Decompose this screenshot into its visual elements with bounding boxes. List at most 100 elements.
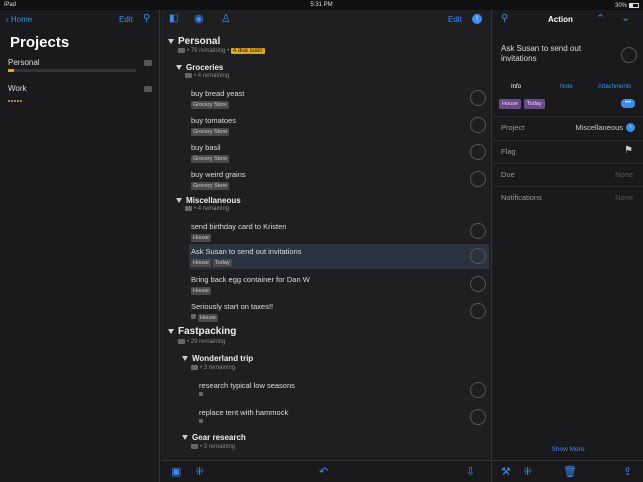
flag-icon[interactable]: ⚑ <box>624 145 633 156</box>
group-wonderland-trip[interactable]: Wonderland trip <box>182 354 253 363</box>
task-row-selected[interactable]: Ask Susan to send out invitations House T… <box>189 244 489 269</box>
task-row[interactable]: Seriously start on taxes!! House <box>161 300 491 326</box>
undo-icon[interactable]: ↶ <box>319 465 328 478</box>
show-more-button[interactable]: Show More <box>493 446 643 453</box>
inspector-task-title[interactable]: Ask Susan to send out invitations <box>501 44 611 64</box>
group-title: Miscellaneous <box>186 196 241 205</box>
project-item-work[interactable]: Work <box>0 84 160 106</box>
disclosure-triangle-icon[interactable] <box>182 356 188 362</box>
task-checkbox[interactable] <box>470 303 486 319</box>
field-notifications[interactable]: Notifications None <box>493 186 643 208</box>
disclosure-triangle-icon[interactable] <box>168 328 174 334</box>
task-checkbox[interactable] <box>470 409 486 425</box>
battery-icon <box>629 3 639 8</box>
info-icon[interactable]: i <box>472 14 482 24</box>
tag-house[interactable]: House <box>499 99 521 109</box>
pin-icon[interactable]: ⚲ <box>501 13 508 24</box>
folder-icon <box>144 60 152 66</box>
arrow-right-icon[interactable]: › <box>626 123 635 132</box>
eye-icon[interactable]: ◉ <box>194 12 204 25</box>
task-title: Ask Susan to send out invitations <box>191 247 302 256</box>
tab-info[interactable]: Info <box>511 84 521 90</box>
focus-icon[interactable]: ♙ <box>221 12 231 25</box>
group-gear-research[interactable]: Gear research <box>182 433 246 442</box>
group-miscellaneous[interactable]: Miscellaneous <box>176 196 241 205</box>
task-row[interactable]: buy weird grains Grocery Store <box>161 168 491 194</box>
task-checkbox[interactable] <box>621 47 637 63</box>
new-action-icon[interactable]: ⁜ <box>523 465 532 478</box>
chevron-down-icon[interactable]: ⌄ <box>621 11 630 24</box>
sidebar-toggle-icon[interactable]: ◧ <box>169 13 178 24</box>
section-title: Personal <box>178 36 221 47</box>
task-tag: Grocery Store <box>191 128 230 136</box>
task-row[interactable]: buy tomatoes Grocery Store <box>161 114 491 140</box>
home-back-button[interactable]: ‹ Home <box>6 15 32 24</box>
tag-list[interactable]: House Today <box>499 98 548 109</box>
task-checkbox[interactable] <box>470 382 486 398</box>
task-tag: Grocery Store <box>191 101 230 109</box>
outline-view: ◧ ◉ ♙ Edit i Personal • 79 remaining • 4… <box>161 10 492 482</box>
mid-edit-button[interactable]: Edit <box>448 15 462 24</box>
disclosure-triangle-icon[interactable] <box>168 38 174 44</box>
disclosure-triangle-icon[interactable] <box>176 65 182 71</box>
group-meta: • 3 remaining <box>191 444 235 450</box>
task-title: research typical low seasons <box>199 381 295 390</box>
task-row[interactable]: research typical low seasons <box>161 379 491 405</box>
group-title: Gear research <box>192 433 246 442</box>
project-item-personal[interactable]: Personal <box>0 58 160 80</box>
wrench-icon[interactable]: ⚒ <box>501 465 511 478</box>
new-action-group-icon[interactable]: ⁜ <box>195 465 204 478</box>
task-checkbox[interactable] <box>470 276 486 292</box>
task-tag: House <box>191 234 211 242</box>
section-title: Fastpacking <box>178 326 237 337</box>
share-icon[interactable]: ⇪ <box>623 465 632 478</box>
task-row[interactable]: buy basil Grocery Store <box>161 141 491 167</box>
task-title: buy basil <box>191 143 221 152</box>
chevron-up-icon[interactable]: ⌃ <box>596 12 605 25</box>
task-row[interactable]: replace tent with hammock <box>161 406 491 432</box>
field-project[interactable]: Project Miscellaneous › <box>493 116 643 138</box>
right-toolbar: ⚒ ⁜ 🗑 ⇪ <box>493 460 643 482</box>
task-row[interactable]: Bring back egg container for Dan W House <box>161 273 491 299</box>
task-checkbox[interactable] <box>470 90 486 106</box>
task-title: replace tent with hammock <box>199 408 289 417</box>
folder-icon <box>144 86 152 92</box>
field-label: Due <box>501 170 515 179</box>
field-label: Flag <box>501 147 516 156</box>
chevron-left-icon: ‹ <box>6 15 9 24</box>
inspector-title: Action <box>548 15 573 24</box>
action-group-icon <box>185 73 192 78</box>
folder-icon <box>178 339 185 344</box>
tab-attachments[interactable]: Attachments <box>598 84 631 90</box>
left-edit-button[interactable]: Edit <box>119 15 133 24</box>
inbox-icon[interactable]: ⇩ <box>466 465 475 478</box>
tab-note[interactable]: Note <box>560 84 573 90</box>
task-checkbox[interactable] <box>470 223 486 239</box>
section-meta: • 79 remaining • 4 due soon <box>178 48 265 55</box>
mid-navbar: ◧ ◉ ♙ Edit i <box>161 10 491 30</box>
section-fastpacking[interactable]: Fastpacking <box>168 326 236 337</box>
task-checkbox[interactable] <box>470 248 486 264</box>
pin-icon[interactable]: ⚲ <box>143 13 150 24</box>
task-checkbox[interactable] <box>470 144 486 160</box>
field-due[interactable]: Due None <box>493 163 643 185</box>
inspector-tabs: Info Note Attachments <box>493 83 643 95</box>
more-tags-icon[interactable]: ••• <box>621 99 635 108</box>
note-icon <box>199 392 203 396</box>
field-flag[interactable]: Flag ⚑ <box>493 140 643 162</box>
task-checkbox[interactable] <box>470 171 486 187</box>
disclosure-triangle-icon[interactable] <box>182 435 188 441</box>
trash-icon[interactable]: 🗑 <box>563 465 577 478</box>
note-icon <box>191 314 196 320</box>
task-row[interactable]: buy bread yeast Grocery Store <box>161 87 491 113</box>
tag-today[interactable]: Today <box>523 99 545 109</box>
new-folder-icon[interactable]: ▣ <box>171 465 181 478</box>
task-row[interactable]: send birthday card to Kristen House <box>161 220 491 246</box>
task-tag: Grocery Store <box>191 182 230 190</box>
battery-percent: 30% <box>614 3 627 9</box>
task-checkbox[interactable] <box>470 117 486 133</box>
disclosure-triangle-icon[interactable] <box>176 198 182 204</box>
action-group-icon <box>185 206 192 211</box>
section-personal[interactable]: Personal <box>168 36 220 47</box>
group-groceries[interactable]: Groceries <box>176 63 223 72</box>
